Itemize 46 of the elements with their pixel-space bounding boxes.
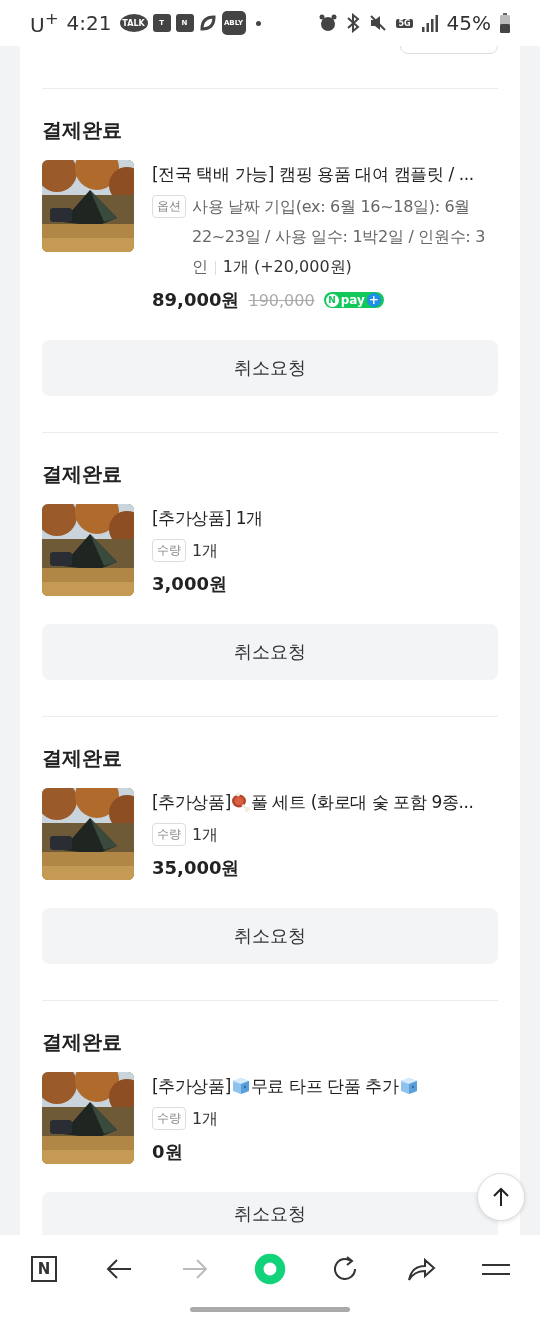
order-status: 결제완료 — [42, 745, 123, 772]
forward-arrow-icon — [180, 1257, 209, 1281]
pay-badge: N pay + — [323, 292, 384, 308]
cancel-request-button[interactable]: 취소요청 — [42, 908, 498, 964]
option-text: 1개 — [192, 824, 219, 846]
signal-icon — [421, 14, 438, 32]
network-type: 5G — [396, 18, 413, 28]
order-status: 결제완료 — [42, 1029, 123, 1056]
option-tag: 수량 — [152, 539, 186, 562]
battery-text: 45% — [446, 11, 491, 35]
product-title: [추가상품] — [152, 791, 231, 814]
carrier-text: U$^{+}$ — [30, 9, 59, 37]
clock: 4:21 — [66, 11, 112, 35]
product-title: [추가상품] 1개 — [152, 507, 263, 530]
mute-icon — [369, 14, 388, 32]
back-arrow-icon — [105, 1257, 134, 1281]
product-title: [전국 택배 가능] 캠핑 용품 대여 캠플릿 / ... — [152, 163, 474, 186]
order-status: 결제완료 — [42, 461, 123, 488]
price: 35,000원 — [152, 856, 240, 880]
naver-home-button[interactable]: N — [28, 1253, 60, 1285]
option-text: 1개 — [192, 540, 219, 562]
chat-app-icon: TALK — [119, 14, 148, 32]
option-text: 사용 날짜 기입(ex: 6월 16~18일): 6월 22~23일 / 사용 일수: 1박2일 / 인원수: 3인 1개 (+20,000원) — [192, 196, 487, 278]
order-status: 결제완료 — [42, 117, 123, 144]
cancel-request-button[interactable]: 취소요청 — [42, 340, 498, 396]
option-tag: 수량 — [152, 823, 186, 846]
cancel-request-button[interactable]: 취소요청 — [42, 1192, 498, 1235]
ice-cube-icon — [398, 1076, 419, 1096]
product-title: 풀 세트 (화로대 숯 포함 9종... — [250, 791, 474, 814]
option-tag: 수량 — [152, 1107, 186, 1130]
original-price: 190,000 — [248, 290, 315, 310]
product-title: 무료 타프 단품 추가 — [250, 1075, 399, 1098]
option-text: 1개 — [192, 1108, 219, 1130]
cancel-request-button[interactable]: 취소요청 — [42, 624, 498, 680]
meat-icon — [230, 792, 251, 812]
more-notifications-icon — [255, 20, 261, 26]
price: 0원 — [152, 1140, 183, 1164]
battery-icon — [500, 13, 510, 33]
product-title: [추가상품] — [152, 1075, 231, 1098]
option-tag: 옵션 — [152, 195, 186, 218]
bluetooth-icon — [346, 13, 361, 33]
price: 89,000원 — [152, 288, 240, 312]
leaf-app-icon — [198, 14, 217, 32]
price: 3,000원 — [152, 572, 227, 596]
ice-cube-icon — [230, 1076, 251, 1096]
share-icon — [405, 1255, 436, 1283]
